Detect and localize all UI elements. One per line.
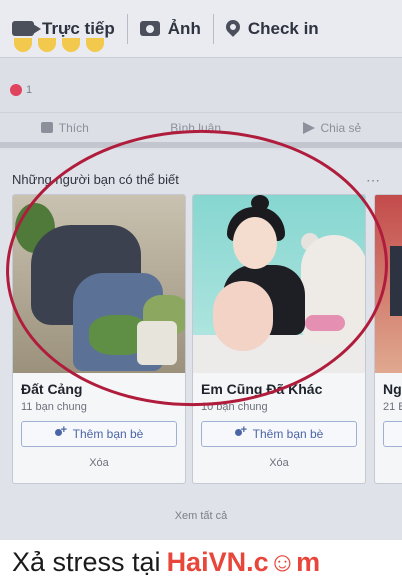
photo-button[interactable]: Ảnh (128, 0, 213, 57)
share-arrow-icon (302, 121, 315, 134)
see-all-link[interactable]: Xem tất cả (0, 510, 402, 522)
like-label: Thích (58, 120, 89, 135)
add-friend-button[interactable]: Thêm bạn bè (21, 421, 177, 447)
add-friend-icon (54, 424, 67, 439)
comment-button[interactable]: Bình luận (170, 121, 221, 135)
heart-icon (10, 84, 22, 96)
share-button[interactable]: Chia sẻ (302, 120, 362, 135)
comment-label: Bình luận (170, 120, 221, 135)
add-friend-label: Thêm bạn bè (72, 427, 144, 441)
remove-button[interactable]: Xóa (13, 457, 185, 469)
emoji-icon (86, 38, 104, 52)
like-count[interactable]: 1 (10, 84, 32, 96)
like-button[interactable]: Thích (40, 120, 89, 135)
emoji-icon (38, 38, 56, 52)
checkin-button[interactable]: Check in (214, 0, 331, 57)
mutual-friends: 21 B (383, 401, 402, 413)
camera-icon (139, 21, 160, 36)
site-brand-logo[interactable]: HaiVN.c☺m (167, 547, 321, 578)
emoji-icon (14, 38, 32, 52)
mutual-friends: 11 bạn chung (21, 401, 87, 413)
photo-label: Ảnh (167, 18, 201, 38)
like-count-number: 1 (26, 84, 33, 96)
suggestion-name[interactable]: Em Cũng Đã Khác (201, 381, 322, 397)
live-video-label: Trực tiếp (42, 18, 115, 38)
profile-photo[interactable] (13, 195, 185, 373)
location-pin-icon (222, 16, 243, 37)
people-you-may-know: Những người bạn có thể biết ⋯ Đất Cảng 1… (0, 150, 402, 540)
video-camera-icon (12, 21, 41, 36)
suggestion-name[interactable]: Ng (383, 381, 402, 397)
screenshot-photo: Trực tiếp Ảnh Check in 1 Thích Bình luận (0, 0, 402, 540)
remove-button[interactable]: Xóa (193, 457, 365, 469)
footer-banner: Xả stress tại HaiVN.c☺m (0, 540, 402, 584)
thumbs-up-icon (40, 122, 53, 133)
suggestion-name[interactable]: Đất Cảng (21, 381, 82, 397)
add-friend-label: Thêm bạn bè (252, 427, 324, 441)
add-friend-button[interactable] (383, 421, 402, 447)
footer-text: Xả stress tại (12, 546, 161, 577)
share-label: Chia sẻ (320, 120, 362, 135)
watermark-strip (390, 246, 402, 316)
add-friend-button[interactable]: Thêm bạn bè (201, 421, 357, 447)
suggestion-card[interactable]: Ng 21 B (374, 194, 402, 484)
add-friend-icon (234, 424, 247, 439)
profile-photo[interactable] (193, 195, 365, 373)
checkin-label: Check in (247, 18, 319, 38)
reaction-emojis (14, 38, 104, 52)
more-options-icon[interactable]: ⋯ (366, 172, 380, 189)
suggestion-card[interactable]: Em Cũng Đã Khác 10 bạn chung Thêm bạn bè… (192, 194, 366, 484)
mutual-friends: 10 bạn chung (201, 401, 268, 413)
emoji-icon (62, 38, 80, 52)
suggestion-card[interactable]: Đất Cảng 11 bạn chung Thêm bạn bè Xóa (12, 194, 186, 484)
post-actions: Thích Bình luận Chia sẻ (0, 112, 402, 148)
pymk-title: Những người bạn có thể biết (12, 172, 179, 187)
